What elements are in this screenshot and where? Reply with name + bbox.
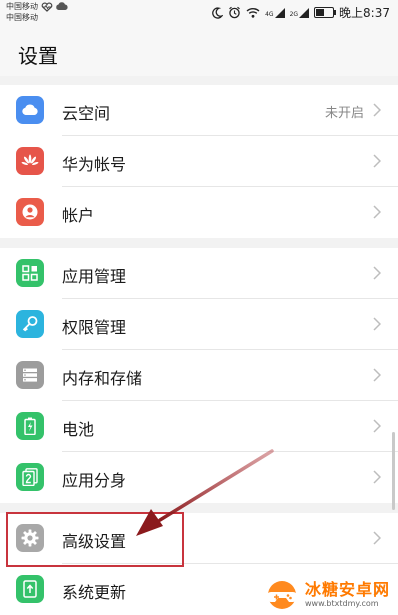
- clock: 晚上8:37: [339, 6, 390, 20]
- wifi-icon: [246, 8, 260, 18]
- settings-header: 设置: [0, 26, 398, 76]
- settings-item-app-management[interactable]: 应用管理: [0, 248, 398, 299]
- carrier-info: 中国移动 中国移动: [6, 1, 69, 23]
- settings-item-label: 云空间: [62, 104, 111, 123]
- chevron-right-icon: [373, 368, 381, 382]
- gamepad-logo-icon: [265, 581, 298, 609]
- apps-grid-icon: [16, 259, 44, 287]
- moon-icon: [212, 6, 224, 19]
- cloud-status-icon: [56, 2, 68, 10]
- highlight-box: [6, 512, 184, 567]
- signal-icon-2: [299, 7, 310, 18]
- network-4g-label: 4G: [265, 10, 274, 18]
- settings-item-memory-storage[interactable]: 内存和存储: [0, 350, 398, 401]
- settings-item-value: 未开启: [324, 106, 364, 121]
- settings-item-label: 应用管理: [62, 267, 127, 286]
- chevron-right-icon: [373, 103, 381, 117]
- page-title: 设置: [18, 44, 58, 68]
- battery-status-icon: [314, 7, 337, 18]
- huawei-logo-icon: [16, 147, 44, 175]
- chevron-right-icon: [373, 205, 381, 219]
- system-update-icon: [16, 575, 44, 603]
- person-icon: [16, 198, 44, 226]
- settings-item-label: 华为帐号: [62, 155, 127, 174]
- signal-icon-1: [274, 7, 285, 18]
- heart-rate-icon: [41, 2, 53, 12]
- settings-item-app-twin[interactable]: 应用分身: [0, 452, 398, 503]
- watermark-title: 冰糖安卓网: [304, 580, 390, 599]
- network-2g-label: 2G: [289, 10, 299, 18]
- settings-item-huawei-id[interactable]: 华为帐号: [0, 136, 398, 187]
- chevron-right-icon: [373, 266, 381, 280]
- settings-item-permissions[interactable]: 权限管理: [0, 299, 398, 350]
- chevron-right-icon: [373, 531, 381, 545]
- settings-item-label: 权限管理: [62, 318, 127, 337]
- chevron-right-icon: [373, 154, 381, 168]
- chevron-right-icon: [373, 419, 381, 433]
- storage-icon: [16, 361, 44, 389]
- chevron-right-icon: [373, 317, 381, 331]
- settings-item-accounts[interactable]: 帐户: [0, 187, 398, 238]
- chevron-right-icon: [373, 470, 381, 484]
- settings-item-label: 内存和存储: [62, 369, 143, 388]
- cloud-icon: [16, 96, 44, 124]
- scrollbar[interactable]: [392, 432, 395, 510]
- settings-item-label: 电池: [62, 420, 95, 439]
- alarm-icon: [229, 6, 240, 19]
- watermark-url: www.btxtdmy.com: [304, 599, 379, 608]
- watermark: 冰糖安卓网 www.btxtdmy.com: [263, 580, 390, 610]
- settings-item-cloud[interactable]: 云空间 未开启: [0, 85, 398, 136]
- carrier-1: 中国移动: [6, 2, 38, 11]
- status-bar: 中国移动 中国移动 4G 2G 晚上8:37: [0, 0, 398, 26]
- settings-group-apps: 应用管理 权限管理 内存和存储 电池 应用分身: [0, 248, 398, 503]
- settings-item-label: 帐户: [62, 206, 95, 225]
- settings-group-account: 云空间 未开启 华为帐号 帐户: [0, 85, 398, 238]
- settings-item-label: 系统更新: [62, 583, 127, 602]
- key-icon: [16, 310, 44, 338]
- battery-icon: [16, 412, 44, 440]
- settings-item-label: 应用分身: [62, 471, 127, 490]
- carrier-2: 中国移动: [6, 13, 38, 22]
- settings-item-battery[interactable]: 电池: [0, 401, 398, 452]
- app-twin-icon: [16, 463, 44, 491]
